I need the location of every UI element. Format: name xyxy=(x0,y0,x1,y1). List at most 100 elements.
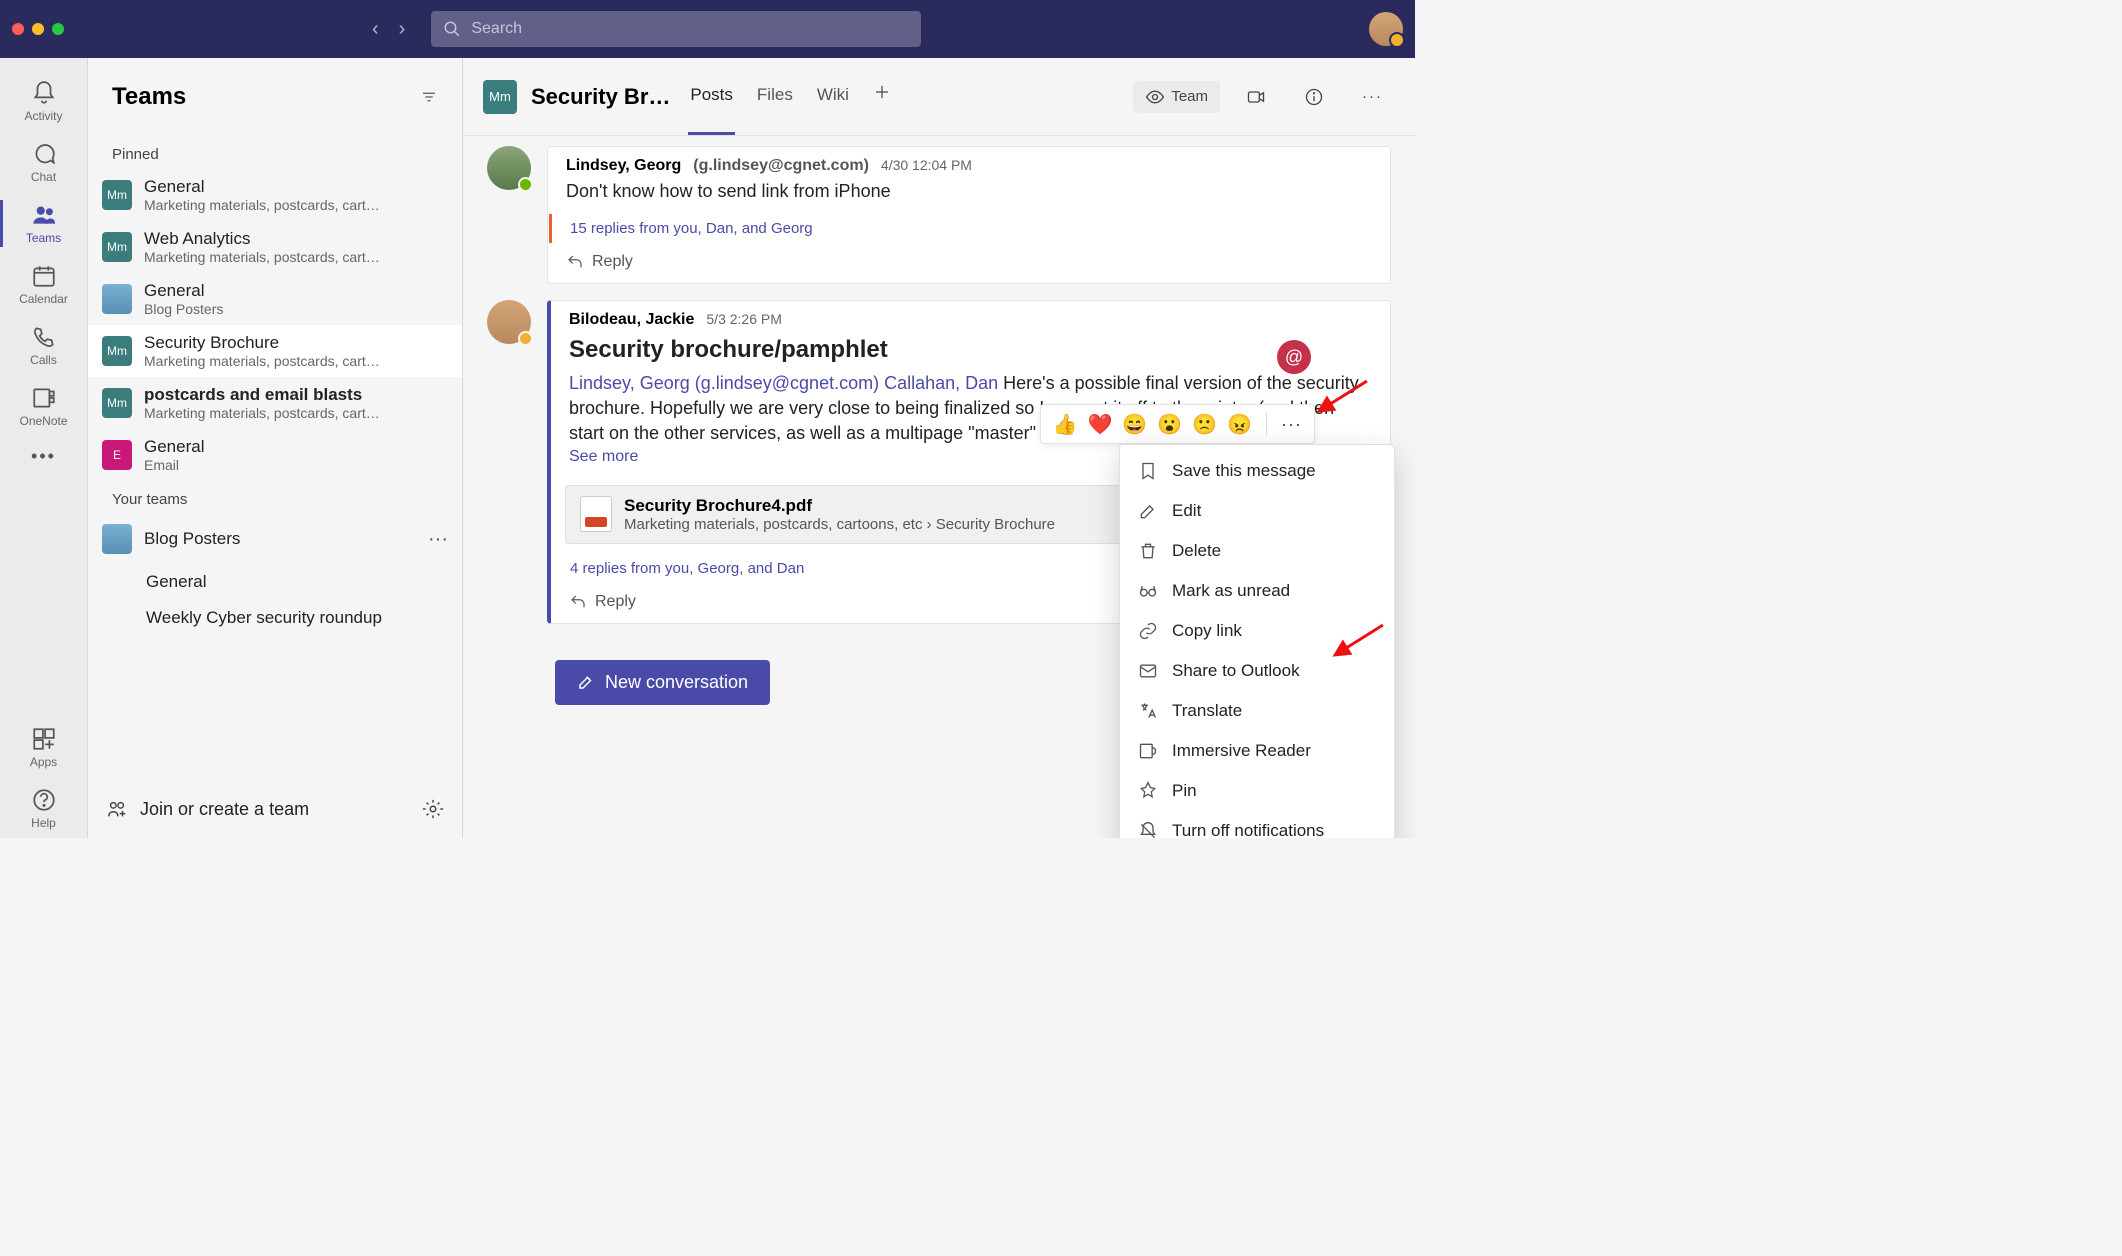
filter-icon[interactable] xyxy=(420,88,438,106)
rail-label: Chat xyxy=(31,170,56,184)
channel-chip: Mm xyxy=(483,80,517,114)
channel-item[interactable]: MmWeb AnalyticsMarketing materials, post… xyxy=(88,221,462,273)
tab-add[interactable] xyxy=(871,83,893,110)
channel-item[interactable]: MmGeneralMarketing materials, postcards,… xyxy=(88,169,462,221)
channel-header: Mm Security Br… Posts Files Wiki Team ··… xyxy=(463,58,1415,136)
ctx-copylink[interactable]: Copy link xyxy=(1120,611,1394,651)
post-reply-count[interactable]: 15 replies from you, Dan, and Georg xyxy=(549,214,1390,243)
ctx-share-outlook[interactable]: Share to Outlook xyxy=(1120,651,1394,691)
presence-available xyxy=(518,177,533,192)
bell-icon xyxy=(31,80,57,106)
join-team-icon[interactable] xyxy=(106,798,128,820)
ctx-delete[interactable]: Delete xyxy=(1120,531,1394,571)
window-controls[interactable] xyxy=(12,23,64,35)
react-sad[interactable]: 🙁 xyxy=(1192,412,1217,437)
profile-avatar[interactable] xyxy=(1369,12,1403,46)
minimize-window[interactable] xyxy=(32,23,44,35)
rail-chat[interactable]: Chat xyxy=(0,133,87,192)
react-surprised[interactable]: 😮 xyxy=(1157,412,1182,437)
reply-button[interactable]: Reply xyxy=(548,243,1390,283)
apps-icon xyxy=(31,726,57,752)
new-conversation-button[interactable]: New conversation xyxy=(555,660,770,705)
pencil-icon xyxy=(1138,501,1158,521)
search-box[interactable] xyxy=(431,11,921,47)
rail-calendar[interactable]: Calendar xyxy=(0,255,87,314)
bookmark-icon xyxy=(1138,461,1158,481)
react-like[interactable]: 👍 xyxy=(1053,412,1078,437)
rail-activity[interactable]: Activity xyxy=(0,72,87,131)
plus-icon xyxy=(873,83,891,101)
nav-forward[interactable]: › xyxy=(399,18,406,41)
pin-icon xyxy=(1138,781,1158,801)
reply-icon xyxy=(566,253,584,271)
rail-label: Calendar xyxy=(19,292,68,306)
maximize-window[interactable] xyxy=(52,23,64,35)
join-team-label[interactable]: Join or create a team xyxy=(140,799,410,820)
meet-button[interactable] xyxy=(1234,81,1278,113)
trash-icon xyxy=(1138,541,1158,561)
feed: Lindsey, Georg (g.lindsey@cgnet.com) 4/3… xyxy=(463,136,1415,838)
team-chip: Mm xyxy=(102,336,132,366)
ctx-save[interactable]: Save this message xyxy=(1120,451,1394,491)
ctx-pin[interactable]: Pin xyxy=(1120,771,1394,811)
tab-files[interactable]: Files xyxy=(755,85,795,109)
team-item[interactable]: Blog Posters ··· xyxy=(88,514,462,564)
post-title: Security brochure/pamphlet xyxy=(569,333,1372,367)
your-teams-label: Your teams xyxy=(88,481,462,514)
rail-calls[interactable]: Calls xyxy=(0,316,87,375)
rail-help[interactable]: Help xyxy=(0,779,87,838)
ctx-unread[interactable]: Mark as unread xyxy=(1120,571,1394,611)
post-author-extra: (g.lindsey@cgnet.com) xyxy=(693,157,869,175)
ctx-translate[interactable]: Translate xyxy=(1120,691,1394,731)
react-angry[interactable]: 😠 xyxy=(1227,412,1252,437)
app-rail: Activity Chat Teams Calendar Calls OneNo… xyxy=(0,58,88,838)
onenote-icon xyxy=(31,385,57,411)
avatar[interactable] xyxy=(487,300,531,344)
react-heart[interactable]: ❤️ xyxy=(1087,412,1112,437)
more-button[interactable]: ··· xyxy=(1350,82,1395,111)
channel-sub: Blog Posters xyxy=(144,301,448,317)
channel-title: General xyxy=(144,281,448,301)
sidebar-title: Teams xyxy=(112,83,420,111)
team-toggle[interactable]: Team xyxy=(1133,81,1220,113)
team-channel[interactable]: General xyxy=(146,564,462,600)
gear-icon[interactable] xyxy=(422,798,444,820)
compose-icon xyxy=(577,673,595,691)
post-mentions[interactable]: Lindsey, Georg (g.lindsey@cgnet.com) Cal… xyxy=(569,373,998,393)
rail-label: Help xyxy=(31,816,56,830)
translate-icon xyxy=(1138,701,1158,721)
react-laugh[interactable]: 😄 xyxy=(1122,412,1147,437)
channel-item[interactable]: EGeneralEmail xyxy=(88,429,462,481)
video-icon xyxy=(1246,87,1266,107)
channel-item[interactable]: GeneralBlog Posters xyxy=(88,273,462,325)
avatar[interactable] xyxy=(487,146,531,190)
channel-sub: Marketing materials, postcards, cart… xyxy=(144,197,448,213)
team-chip: Mm xyxy=(102,388,132,418)
tab-posts[interactable]: Posts xyxy=(688,85,735,109)
rail-overflow[interactable]: ••• xyxy=(0,438,87,475)
rail-onenote[interactable]: OneNote xyxy=(0,377,87,436)
phone-icon xyxy=(31,324,57,350)
search-input[interactable] xyxy=(471,20,909,38)
channel-item[interactable]: Mm postcards and email blastsMarketing ma… xyxy=(88,377,462,429)
tab-wiki[interactable]: Wiki xyxy=(815,85,851,109)
envelope-icon xyxy=(1138,661,1158,681)
channel-title: postcards and email blasts xyxy=(144,385,448,405)
attachment-name: Security Brochure4.pdf xyxy=(624,496,1055,516)
channel-sub: Marketing materials, postcards, cart… xyxy=(144,405,448,421)
ctx-immersive[interactable]: Immersive Reader xyxy=(1120,731,1394,771)
nav-back[interactable]: ‹ xyxy=(372,18,379,41)
mention-badge[interactable]: @ xyxy=(1277,340,1311,374)
ctx-mute[interactable]: Turn off notifications xyxy=(1120,811,1394,838)
rail-teams[interactable]: Teams xyxy=(0,194,87,253)
info-button[interactable] xyxy=(1292,81,1336,113)
team-chip xyxy=(102,524,132,554)
rail-apps[interactable]: Apps xyxy=(0,718,87,777)
close-window[interactable] xyxy=(12,23,24,35)
react-more[interactable]: ··· xyxy=(1281,414,1302,435)
team-channel[interactable]: Weekly Cyber security roundup xyxy=(146,600,462,636)
ctx-edit[interactable]: Edit xyxy=(1120,491,1394,531)
channel-item-selected[interactable]: MmSecurity BrochureMarketing materials, … xyxy=(88,325,462,377)
team-title: Blog Posters xyxy=(144,529,416,549)
team-more[interactable]: ··· xyxy=(428,529,448,549)
